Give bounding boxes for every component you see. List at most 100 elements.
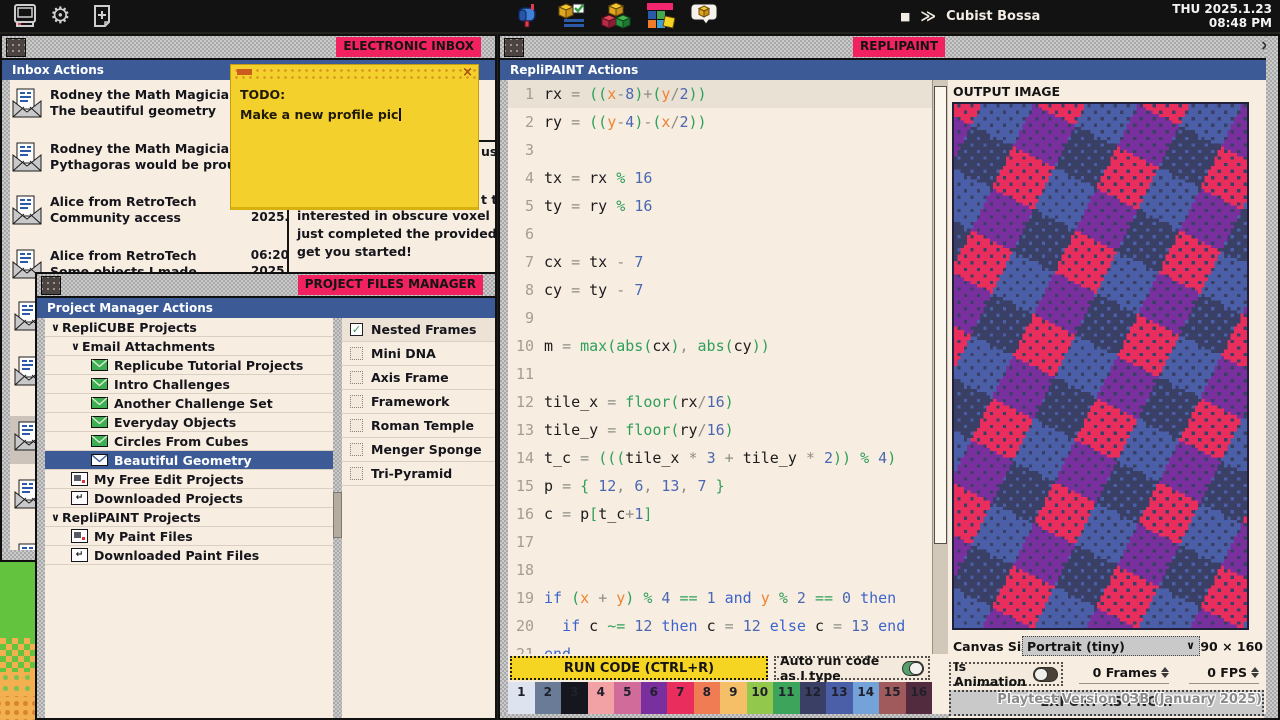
checkbox[interactable] — [350, 395, 363, 408]
code-editor[interactable]: 1rx = ((x-8)+(y/2))2ry = ((y-4)-(x/2))34… — [508, 80, 932, 654]
palette-swatch[interactable]: 14 — [853, 682, 880, 714]
tree-item[interactable]: ↵Downloaded Projects — [45, 489, 333, 508]
palette-swatch[interactable]: 5 — [614, 682, 641, 714]
tree-item[interactable]: ∨Email Attachments — [45, 337, 333, 356]
palette-swatch[interactable]: 9 — [720, 682, 747, 714]
code-line[interactable]: 9 — [508, 304, 932, 332]
tree-item[interactable]: My Paint Files — [45, 527, 333, 546]
tree-item[interactable]: My Free Edit Projects — [45, 470, 333, 489]
pixelart-app-icon[interactable] — [645, 2, 675, 30]
chevron-down-icon[interactable]: ∨ — [51, 321, 60, 334]
palette-swatch[interactable]: 16 — [906, 682, 933, 714]
chevron-down-icon[interactable]: ∨ — [51, 511, 60, 524]
checkbox[interactable] — [350, 371, 363, 384]
palette-swatch[interactable]: 6 — [641, 682, 668, 714]
auto-run-toggle[interactable] — [902, 661, 924, 676]
code-line[interactable]: 17 — [508, 528, 932, 556]
code-line[interactable]: 10m = max(abs(cx), abs(cy)) — [508, 332, 932, 360]
file-item[interactable]: ✓Nested Frames — [342, 318, 495, 342]
tree-item[interactable]: Circles From Cubes — [45, 432, 333, 451]
file-item[interactable]: Framework — [342, 390, 495, 414]
settings-gear-icon[interactable]: ⚙ — [50, 3, 71, 29]
palette-swatch[interactable]: 15 — [879, 682, 906, 714]
computer-icon[interactable] — [12, 4, 38, 28]
code-line[interactable]: 7cx = tx - 7 — [508, 248, 932, 276]
code-line[interactable]: 1rx = ((x-8)+(y/2)) — [508, 80, 932, 108]
is-animation-toggle[interactable] — [1033, 667, 1058, 682]
file-item[interactable]: Roman Temple — [342, 414, 495, 438]
code-scrollbar[interactable] — [932, 80, 948, 654]
new-file-icon[interactable] — [91, 4, 113, 28]
code-line[interactable]: 21end — [508, 640, 932, 654]
tree-item[interactable]: Intro Challenges — [45, 375, 333, 394]
file-item[interactable]: Tri-Pyramid — [342, 462, 495, 486]
palette-swatch[interactable]: 2 — [535, 682, 562, 714]
tree-item[interactable]: Beautiful Geometry — [45, 451, 333, 470]
checkbox[interactable] — [350, 347, 363, 360]
code-line[interactable]: 15p = { 12, 6, 13, 7 } — [508, 472, 932, 500]
frames-spinner[interactable] — [1161, 667, 1169, 678]
code-line[interactable]: 5ty = ry % 16 — [508, 192, 932, 220]
project-titlebar[interactable]: PROJECT FILES MANAGER — [37, 274, 495, 298]
tree-item[interactable]: Everyday Objects — [45, 413, 333, 432]
code-line[interactable]: 13tile_y = floor(ry/16) — [508, 416, 932, 444]
code-line[interactable]: 18 — [508, 556, 932, 584]
fps-field[interactable]: 0 FPS — [1189, 665, 1259, 684]
window-menu-icon[interactable] — [6, 38, 26, 57]
tree-item[interactable]: Replicube Tutorial Projects — [45, 356, 333, 375]
palette-swatch[interactable]: 12 — [800, 682, 827, 714]
chat-app-icon[interactable] — [689, 2, 719, 30]
close-icon[interactable]: × — [462, 65, 473, 80]
note-body[interactable]: Make a new profile pic — [240, 107, 401, 122]
code-line[interactable]: 8cy = ty - 7 — [508, 276, 932, 304]
code-line[interactable]: 20 if c ~= 12 then c = 12 else c = 13 en… — [508, 612, 932, 640]
file-item[interactable]: Axis Frame — [342, 366, 495, 390]
palette-swatch[interactable]: 4 — [588, 682, 615, 714]
checkbox[interactable] — [350, 419, 363, 432]
checkbox[interactable]: ✓ — [350, 323, 363, 336]
palette-swatch[interactable]: 11 — [773, 682, 800, 714]
palette-swatch[interactable]: 8 — [694, 682, 721, 714]
tree-item[interactable]: ∨RepliCUBE Projects — [45, 318, 333, 337]
code-line[interactable]: 6 — [508, 220, 932, 248]
palette-swatch[interactable]: 7 — [667, 682, 694, 714]
auto-run-box[interactable]: Auto run code as I type — [774, 656, 930, 680]
minimize-icon[interactable] — [237, 69, 252, 75]
replipaint-menubar[interactable]: RepliPAINT Actions — [500, 60, 1278, 80]
code-scrollbar-thumb[interactable] — [934, 86, 947, 544]
checkbox[interactable] — [350, 443, 363, 456]
canvas-size-dropdown[interactable]: Portrait (tiny) ∨ — [1022, 636, 1200, 656]
code-line[interactable]: 16c = p[t_c+1] — [508, 500, 932, 528]
code-line[interactable]: 4tx = rx % 16 — [508, 164, 932, 192]
replipaint-titlebar[interactable]: REPLIPAINT × — [500, 36, 1278, 60]
palette-swatch[interactable]: 3 — [561, 682, 588, 714]
inbox-titlebar[interactable]: ELECTRONIC INBOX — [2, 36, 495, 60]
file-item[interactable]: Menger Sponge — [342, 438, 495, 462]
stop-icon[interactable]: ■ — [900, 10, 910, 23]
file-item[interactable]: Mini DNA — [342, 342, 495, 366]
palette-swatch[interactable]: 10 — [747, 682, 774, 714]
chevron-down-icon[interactable] — [1251, 673, 1259, 678]
mailbox-app-icon[interactable] — [513, 2, 541, 30]
skip-icon[interactable]: ≫ — [920, 7, 936, 25]
palette-swatch[interactable]: 13 — [826, 682, 853, 714]
frames-field[interactable]: 0 Frames — [1079, 665, 1169, 684]
code-line[interactable]: 3 — [508, 136, 932, 164]
code-line[interactable]: 14t_c = (((tile_x * 3 + tile_y * 2)) % 4… — [508, 444, 932, 472]
run-code-button[interactable]: RUN CODE (CTRL+R) — [510, 656, 768, 680]
project-menubar[interactable]: Project Manager Actions — [37, 298, 495, 318]
chevron-up-icon[interactable] — [1161, 667, 1169, 672]
tree-scrollbar-thumb[interactable] — [333, 492, 342, 538]
window-menu-icon[interactable] — [504, 38, 524, 57]
cubes-app-icon[interactable] — [601, 2, 631, 30]
tree-item[interactable]: ∨RepliPAINT Projects — [45, 508, 333, 527]
chevron-down-icon[interactable]: ∨ — [71, 340, 80, 353]
chevron-up-icon[interactable] — [1251, 667, 1259, 672]
tasks-app-icon[interactable] — [557, 2, 587, 30]
code-line[interactable]: 19if (x + y) % 4 == 1 and y % 2 == 0 the… — [508, 584, 932, 612]
sticky-note-header[interactable] — [231, 65, 478, 80]
chevron-down-icon[interactable] — [1161, 673, 1169, 678]
tree-item[interactable]: ↵Downloaded Paint Files — [45, 546, 333, 565]
code-line[interactable]: 2ry = ((y-4)-(x/2)) — [508, 108, 932, 136]
code-line[interactable]: 12tile_x = floor(rx/16) — [508, 388, 932, 416]
